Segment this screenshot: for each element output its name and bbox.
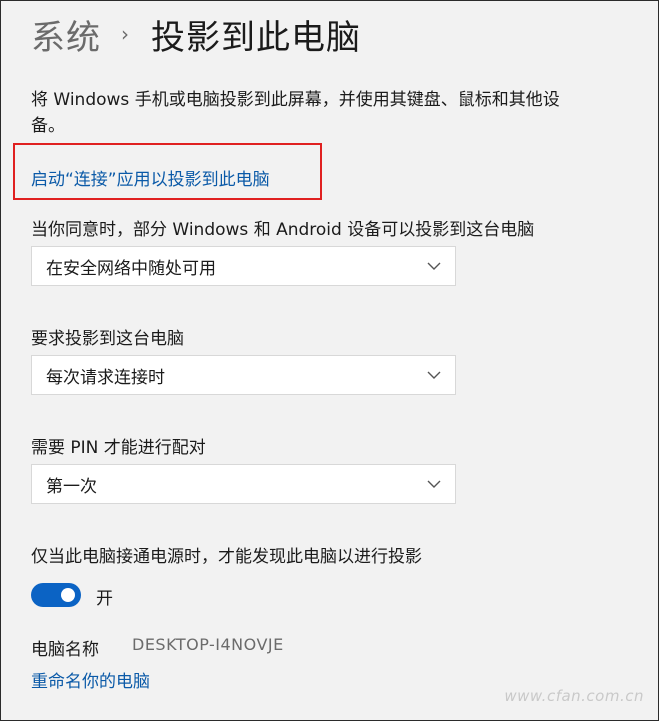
watermark: www.cfan.com.cn bbox=[504, 687, 644, 705]
availability-dropdown-value: 在安全网络中随处可用 bbox=[46, 258, 216, 279]
toggle-state-label: 开 bbox=[96, 589, 113, 609]
page-title: 投影到此电脑 bbox=[151, 17, 361, 58]
pc-name-label: 电脑名称 bbox=[31, 640, 99, 660]
chevron-down-icon bbox=[427, 371, 441, 379]
pc-name-value: DESKTOP-I4NOVJE bbox=[132, 635, 284, 654]
breadcrumb-separator: › bbox=[121, 22, 129, 46]
page-description: 将 Windows 手机或电脑投影到此屏幕，并使用其键盘、鼠标和其他设备。 bbox=[31, 90, 560, 136]
power-discovery-toggle[interactable] bbox=[31, 583, 81, 607]
require-pin-dropdown[interactable]: 第一次 bbox=[31, 464, 456, 504]
require-pin-label: 需要 PIN 才能进行配对 bbox=[31, 438, 206, 458]
breadcrumb-system[interactable]: 系统 bbox=[31, 10, 101, 59]
ask-to-project-dropdown[interactable]: 每次请求连接时 bbox=[31, 355, 456, 395]
ask-to-project-dropdown-value: 每次请求连接时 bbox=[46, 367, 165, 388]
chevron-down-icon bbox=[427, 262, 441, 270]
rename-pc-link[interactable]: 重命名你的电脑 bbox=[31, 667, 150, 692]
breadcrumb: 系统 › 投影到此电脑 bbox=[31, 10, 361, 59]
ask-to-project-label: 要求投影到这台电脑 bbox=[31, 329, 184, 349]
availability-label: 当你同意时，部分 Windows 和 Android 设备可以投影到这台电脑 bbox=[31, 220, 535, 240]
chevron-down-icon bbox=[427, 480, 441, 488]
require-pin-dropdown-value: 第一次 bbox=[46, 476, 97, 497]
launch-connect-app-link[interactable]: 启动“连接”应用以投影到此电脑 bbox=[31, 165, 270, 190]
availability-dropdown[interactable]: 在安全网络中随处可用 bbox=[31, 246, 456, 286]
power-discovery-label: 仅当此电脑接通电源时，才能发现此电脑以进行投影 bbox=[31, 547, 422, 567]
toggle-knob bbox=[61, 588, 75, 602]
settings-window: 系统 › 投影到此电脑 将 Windows 手机或电脑投影到此屏幕，并使用其键盘… bbox=[0, 0, 659, 721]
